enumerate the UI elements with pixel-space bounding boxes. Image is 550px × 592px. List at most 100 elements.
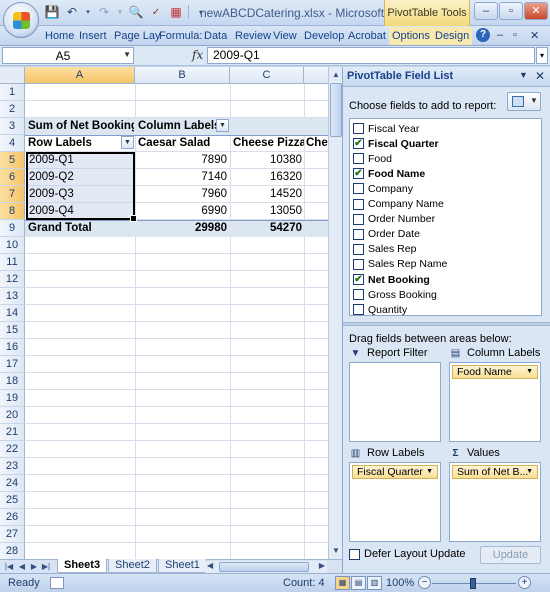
pane-close-icon[interactable]: ✕ xyxy=(535,69,545,83)
checkbox-icon[interactable] xyxy=(353,228,364,240)
row-header[interactable]: 15 xyxy=(0,322,25,339)
field-item[interactable]: ✔ Fiscal Quarter xyxy=(353,136,439,151)
zoom-level[interactable]: 100% xyxy=(386,577,414,589)
tab-options[interactable]: Options xyxy=(389,27,433,45)
field-list-layout-button[interactable]: ▼ xyxy=(507,92,541,111)
chip-dropdown-icon[interactable]: ▼ xyxy=(526,466,533,478)
row-header[interactable]: 24 xyxy=(0,475,25,492)
mdi-minimize-icon[interactable]: – xyxy=(497,29,503,41)
page-layout-view-icon[interactable]: ▤ xyxy=(351,576,366,590)
vertical-scrollbar[interactable]: ▲ ▼ xyxy=(328,67,342,559)
column-header-d[interactable] xyxy=(304,67,328,84)
normal-view-icon[interactable]: ▦ xyxy=(335,576,350,590)
grand-total-value[interactable]: 29980 xyxy=(136,220,229,237)
row-label-cell[interactable]: 2009-Q4 xyxy=(27,203,133,220)
grand-total-value[interactable]: 54270 xyxy=(231,220,304,237)
row-header[interactable]: 6 xyxy=(0,169,25,186)
row-header[interactable]: 10 xyxy=(0,237,25,254)
value-cell[interactable]: 13050 xyxy=(231,203,304,220)
value-cell[interactable]: 10380 xyxy=(231,152,304,169)
expand-formula-bar-icon[interactable]: ▾ xyxy=(536,47,548,64)
value-cell[interactable]: 7890 xyxy=(136,152,229,169)
checked-checkbox-icon[interactable]: ✔ xyxy=(353,168,364,180)
page-break-view-icon[interactable]: ▥ xyxy=(367,576,382,590)
zoom-in-icon[interactable]: + xyxy=(518,576,531,589)
name-box[interactable]: A5 ▼ xyxy=(2,47,134,64)
checkbox-icon[interactable] xyxy=(353,153,364,165)
checkbox-icon[interactable] xyxy=(353,243,364,255)
value-cell[interactable]: 16320 xyxy=(231,169,304,186)
row-header[interactable]: 13 xyxy=(0,288,25,305)
field-item[interactable]: Order Date xyxy=(353,227,420,242)
fiscal-quarter-field-chip[interactable]: Fiscal Quarter ▼ xyxy=(352,465,438,479)
tab-insert[interactable]: Insert xyxy=(76,27,110,45)
h-scroll-thumb[interactable] xyxy=(219,562,309,572)
sum-net-booking-field-chip[interactable]: Sum of Net B... ▼ xyxy=(452,465,538,479)
undo-icon[interactable]: ↶ xyxy=(64,4,80,20)
row-header[interactable]: 28 xyxy=(0,543,25,559)
prev-sheet-icon[interactable]: ◀ xyxy=(16,560,28,573)
insert-function-icon[interactable]: fx xyxy=(192,48,203,62)
row-header[interactable]: 12 xyxy=(0,271,25,288)
row-header[interactable]: 3 xyxy=(0,118,25,135)
row-header[interactable]: 14 xyxy=(0,305,25,322)
field-item[interactable]: Company Name xyxy=(353,197,444,212)
sheet-tab-sheet1[interactable]: Sheet1 xyxy=(158,559,207,573)
tab-design[interactable]: Design xyxy=(432,27,473,45)
row-header[interactable]: 26 xyxy=(0,509,25,526)
scroll-right-icon[interactable]: ▶ xyxy=(319,561,325,570)
field-item[interactable]: Company xyxy=(353,181,413,196)
col-item-partial[interactable]: Chee xyxy=(305,135,328,152)
pivot-column-labels[interactable]: Column Labels xyxy=(136,118,216,135)
field-item[interactable]: Fiscal Year xyxy=(353,121,419,136)
row-header[interactable]: 5 xyxy=(0,152,25,169)
row-header[interactable]: 25 xyxy=(0,492,25,509)
chip-dropdown-icon[interactable]: ▼ xyxy=(526,366,533,378)
row-header[interactable]: 18 xyxy=(0,373,25,390)
restore-button[interactable]: ▫ xyxy=(499,2,523,20)
col-item-caesar-salad[interactable]: Caesar Salad xyxy=(136,135,229,152)
tab-review[interactable]: Review xyxy=(232,27,274,45)
field-item[interactable]: Food xyxy=(353,151,392,166)
tab-view[interactable]: View xyxy=(270,27,300,45)
field-item[interactable]: Sales Rep xyxy=(353,242,416,257)
tab-developer[interactable]: Develop xyxy=(301,27,347,45)
value-cell[interactable]: 14520 xyxy=(231,186,304,203)
row-header[interactable]: 1 xyxy=(0,84,25,101)
checkbox-icon[interactable] xyxy=(353,213,364,225)
macro-record-icon[interactable] xyxy=(50,577,64,589)
row-header[interactable]: 20 xyxy=(0,407,25,424)
column-header-b[interactable]: B xyxy=(135,67,230,84)
scroll-up-icon[interactable]: ▲ xyxy=(330,68,342,82)
col-item-cheese-pizza[interactable]: Cheese Pizza xyxy=(231,135,304,152)
row-header[interactable]: 23 xyxy=(0,458,25,475)
scroll-left-icon[interactable]: ◀ xyxy=(207,561,213,570)
checkbox-icon[interactable] xyxy=(353,183,364,195)
row-header[interactable]: 11 xyxy=(0,254,25,271)
row-header[interactable]: 21 xyxy=(0,424,25,441)
row-header[interactable]: 2 xyxy=(0,101,25,118)
grand-total-label[interactable]: Grand Total xyxy=(26,220,134,237)
row-header[interactable]: 22 xyxy=(0,441,25,458)
print-preview-icon[interactable]: 🔍 xyxy=(128,4,144,20)
row-header[interactable]: 16 xyxy=(0,339,25,356)
scroll-thumb[interactable] xyxy=(330,83,342,137)
values-area[interactable]: Sum of Net B... ▼ xyxy=(449,462,541,542)
row-header[interactable]: 7 xyxy=(0,186,25,203)
help-icon[interactable]: ? xyxy=(476,28,490,42)
defer-layout-update[interactable]: Defer Layout Update xyxy=(349,548,466,560)
row-header[interactable]: 19 xyxy=(0,390,25,407)
pivot-data-header[interactable]: Sum of Net Booking xyxy=(26,118,134,135)
tab-data[interactable]: Data xyxy=(201,27,230,45)
spelling-icon[interactable]: ✓ xyxy=(148,4,164,20)
next-sheet-icon[interactable]: ▶ xyxy=(28,560,40,573)
row-label-cell[interactable]: 2009-Q3 xyxy=(27,186,133,203)
redo-dropdown-icon[interactable]: ▾ xyxy=(116,4,124,20)
column-labels-area[interactable]: Food Name ▼ xyxy=(449,362,541,442)
row-label-cell[interactable]: 2009-Q2 xyxy=(27,169,133,186)
field-item[interactable]: Sales Rep Name xyxy=(353,257,447,272)
horizontal-scrollbar[interactable]: ◀ ▶ xyxy=(205,561,327,573)
column-header-c[interactable]: C xyxy=(230,67,304,84)
value-cell[interactable]: 7140 xyxy=(136,169,229,186)
checkbox-icon[interactable] xyxy=(353,258,364,270)
